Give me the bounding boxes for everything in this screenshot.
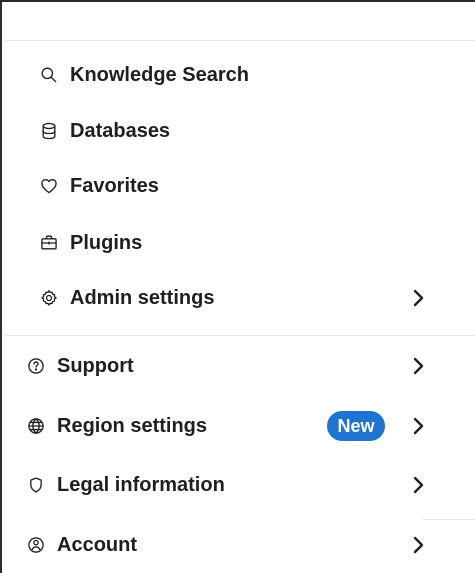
menu-item-favorites[interactable]: Favorites [2,166,442,206]
menu-item-label: Databases [70,120,171,142]
account-divider [422,519,475,520]
chevron-right-icon [410,475,426,495]
menu-item-label: Region settings [57,415,208,437]
menu-item-label: Favorites [70,175,159,197]
menu-item-label: Admin settings [70,287,215,309]
menu-item-region-settings[interactable]: Region settings New [2,406,442,446]
globe-icon [25,415,47,437]
menu-item-knowledge-search[interactable]: Knowledge Search [2,55,442,95]
heart-icon [38,175,60,197]
navigation-menu: Knowledge Search Databases Favorites Plu… [0,0,475,573]
menu-item-account[interactable]: Account [2,525,442,565]
section-divider [4,335,475,336]
user-circle-icon [25,534,47,556]
chevron-right-icon [410,288,426,308]
menu-item-admin-settings[interactable]: Admin settings [2,278,442,318]
menu-item-label: Legal information [57,474,225,496]
top-divider [4,40,475,41]
gear-icon [38,287,60,309]
menu-item-legal-information[interactable]: Legal information [2,465,442,505]
menu-item-support[interactable]: Support [2,346,442,386]
menu-item-label: Support [57,355,134,377]
chevron-right-icon [410,535,426,555]
briefcase-icon [38,232,60,254]
help-circle-icon [25,355,47,377]
menu-item-label: Account [57,534,137,556]
menu-item-label: Knowledge Search [70,64,249,86]
shield-icon [25,474,47,496]
menu-item-plugins[interactable]: Plugins [2,223,442,263]
database-icon [38,120,60,142]
chevron-right-icon [410,356,426,376]
menu-item-databases[interactable]: Databases [2,111,442,151]
chevron-right-icon [410,416,426,436]
search-icon [38,64,60,86]
menu-item-label: Plugins [70,232,143,254]
new-badge: New [327,411,385,441]
